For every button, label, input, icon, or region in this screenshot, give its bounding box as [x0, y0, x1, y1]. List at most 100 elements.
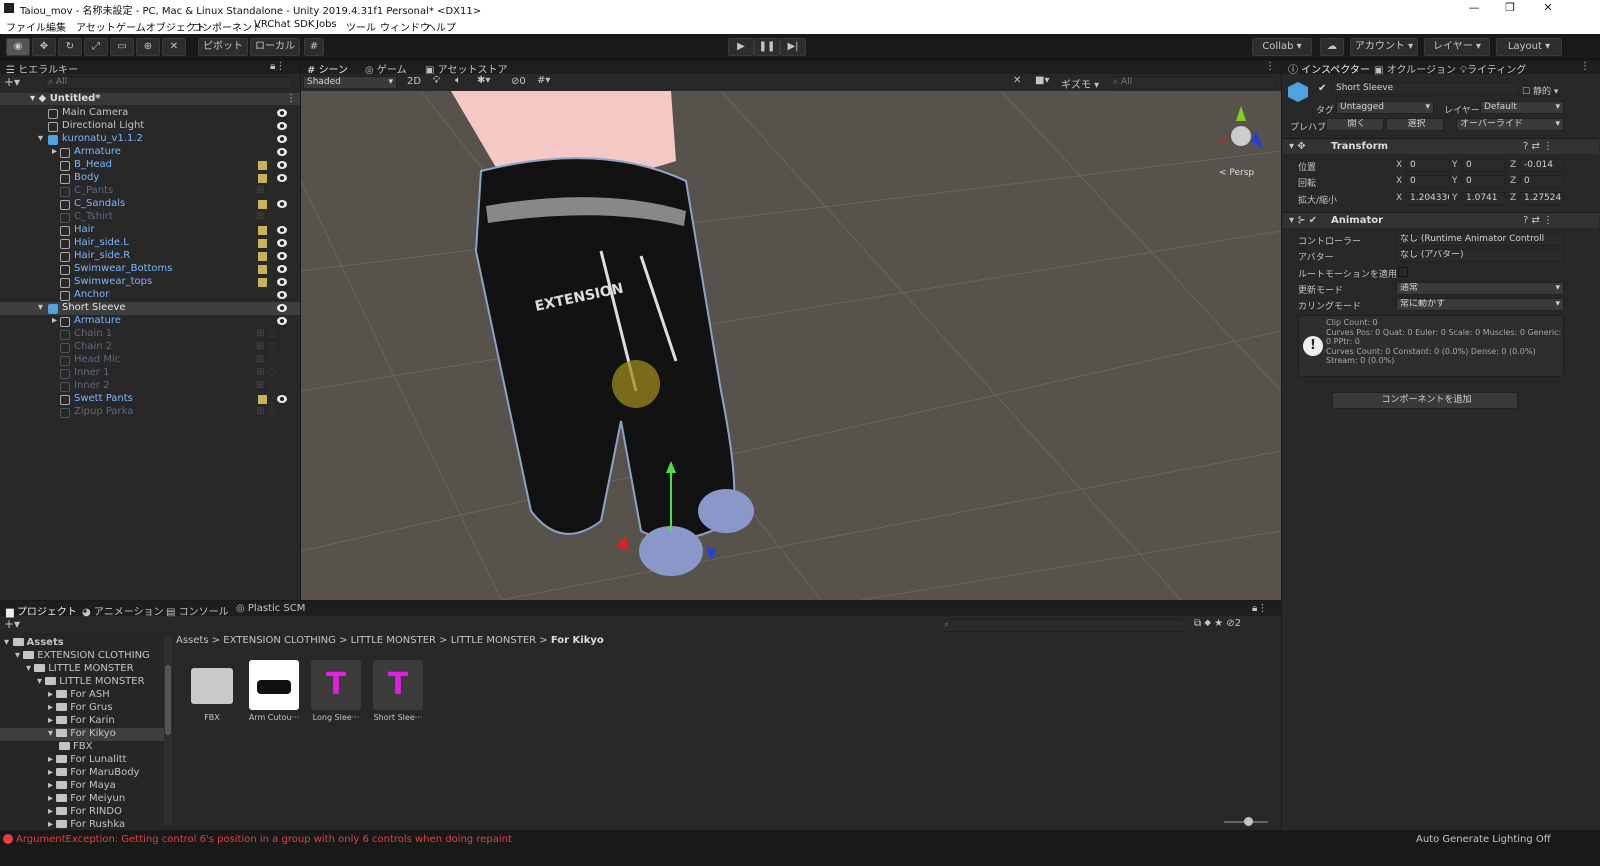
expand-arrow-icon[interactable]: ▸: [48, 689, 56, 700]
visibility-eye-icon[interactable]: [277, 148, 287, 156]
expand-arrow-icon[interactable]: ▸: [48, 754, 56, 765]
tab-hierarchy[interactable]: ☰ ヒエラルキー: [6, 61, 78, 76]
hierarchy-item[interactable]: Swett Pants: [0, 393, 300, 406]
scene-search-input[interactable]: ⌕ All: [1109, 76, 1277, 89]
grid-icon[interactable]: [258, 395, 267, 404]
hierarchy-item[interactable]: C_Tshirt ⊞ ◌: [0, 211, 300, 224]
scale-x-field[interactable]: 1.204336: [1406, 192, 1450, 205]
hierarchy-item[interactable]: Inner 2 ⊞ ◌: [0, 380, 300, 393]
collab-button[interactable]: Collab ▾: [1252, 38, 1312, 56]
visibility-hidden-icon[interactable]: ⊞ ◌: [256, 211, 276, 222]
folder-tree-item[interactable]: ▸ For Meiyun: [0, 793, 164, 806]
layout-dropdown[interactable]: Layout ▾: [1496, 38, 1562, 56]
zoom-slider[interactable]: [1224, 817, 1268, 826]
expand-arrow-icon[interactable]: ▸: [52, 315, 57, 326]
visibility-hidden-icon[interactable]: ⊞ ◌: [256, 328, 276, 339]
projection-label[interactable]: < Persp: [1219, 168, 1254, 178]
breadcrumb-assets[interactable]: Assets: [176, 635, 209, 646]
inspector-lock-icon[interactable]: ⋮: [1580, 61, 1590, 72]
folder-tree-item[interactable]: ▾ For Kikyo: [0, 728, 164, 741]
expand-arrow-icon[interactable]: ▸: [48, 780, 56, 791]
object-name-field[interactable]: Short Sleeve: [1332, 82, 1518, 95]
folder-tree-item[interactable]: ▾ LITTLE MONSTER: [0, 676, 164, 689]
lock-icon[interactable]: 🔒︎⋮: [270, 61, 285, 72]
move-tool-icon[interactable]: ✥: [32, 38, 56, 56]
expand-arrow-icon[interactable]: ▾: [37, 676, 45, 687]
visibility-eye-icon[interactable]: [277, 304, 287, 312]
project-filter-icons[interactable]: ⧉ ⬥ ★ ⊘2: [1194, 618, 1241, 629]
scene-render[interactable]: EXTENSION: [301, 91, 1281, 600]
visibility-hidden-icon[interactable]: ⊞ ◌: [256, 341, 276, 352]
position-x-field[interactable]: 0: [1406, 159, 1450, 172]
expand-arrow-icon[interactable]: ▸: [48, 793, 56, 804]
menu-edit[interactable]: 編集: [46, 19, 66, 34]
folder-tree-item[interactable]: ▸ For Karin: [0, 715, 164, 728]
shading-mode-dropdown[interactable]: Shaded ▾: [303, 76, 397, 89]
transform-foldout-icon[interactable]: ▾ ✥: [1289, 141, 1306, 152]
rotation-x-field[interactable]: 0: [1406, 175, 1450, 188]
visibility-hidden-icon[interactable]: ⊞ ◌: [256, 354, 276, 365]
folder-tree-item[interactable]: FBX: [0, 741, 164, 754]
menu-assets[interactable]: アセット: [76, 19, 116, 34]
scale-tool-icon[interactable]: ⤢: [84, 38, 108, 56]
animator-header[interactable]: ▾ ⊱ ✔ Animator ? ⇄ ⋮: [1283, 212, 1599, 228]
scene-menu-icon[interactable]: ⋮: [1265, 61, 1275, 72]
hierarchy-item[interactable]: Inner 1 ⊞ ◌: [0, 367, 300, 380]
mode-2d-toggle[interactable]: 2D: [407, 76, 421, 87]
visibility-eye-icon[interactable]: [277, 135, 287, 143]
rotation-y-field[interactable]: 0: [1462, 175, 1506, 188]
grid-icon[interactable]: [258, 161, 267, 170]
hierarchy-item[interactable]: Hair: [0, 224, 300, 237]
hand-tool-icon[interactable]: ◉: [6, 38, 30, 56]
hierarchy-search-input[interactable]: ⌕ All: [44, 76, 294, 89]
grid-icon[interactable]: [258, 278, 267, 287]
hierarchy-item[interactable]: ▸ Armature: [0, 146, 300, 159]
local-toggle[interactable]: ローカル: [250, 38, 300, 56]
expand-arrow-icon[interactable]: ▸: [48, 715, 56, 726]
close-button[interactable]: ✕: [1530, 0, 1566, 17]
visibility-eye-icon[interactable]: [277, 278, 287, 286]
visibility-hidden-icon[interactable]: ⊞ ◌: [256, 185, 276, 196]
visibility-eye-icon[interactable]: [277, 252, 287, 260]
transform-menu-icons[interactable]: ? ⇄ ⋮: [1523, 141, 1553, 152]
grid-icon[interactable]: [258, 174, 267, 183]
asset-arm-cutout[interactable]: Arm Cutou···: [248, 660, 300, 722]
visibility-hidden-icon[interactable]: ⊞ ◌: [256, 380, 276, 391]
expand-arrow-icon[interactable]: ▾: [38, 133, 43, 144]
asset-long-sleeve-material[interactable]: T Long Slee···: [310, 660, 362, 722]
project-search-input[interactable]: ⌕: [940, 619, 1188, 632]
menu-help[interactable]: ヘルプ: [426, 19, 456, 34]
breadcrumb-extension-clothing[interactable]: EXTENSION CLOTHING: [223, 635, 336, 646]
breadcrumb-for-kikyo[interactable]: For Kikyo: [551, 635, 604, 646]
visibility-hidden-icon[interactable]: ⊞ ◌: [256, 367, 276, 378]
grid-icon[interactable]: [258, 239, 267, 248]
scale-y-field[interactable]: 1.0741: [1462, 192, 1506, 205]
prefab-open-button[interactable]: 開く: [1326, 118, 1384, 131]
scene-viewport[interactable]: EXTENSION < Persp: [301, 91, 1281, 600]
prefab-select-button[interactable]: 選択: [1386, 118, 1444, 131]
menu-component[interactable]: コンポーネント: [192, 19, 262, 34]
pivot-toggle[interactable]: ピボット: [198, 38, 248, 56]
transform-tool-icon[interactable]: ⊕: [136, 38, 160, 56]
culling-mode-dropdown[interactable]: 常に動かす ▾: [1396, 298, 1564, 311]
folder-tree-item[interactable]: ▸ For Grus: [0, 702, 164, 715]
custom-tool-icon[interactable]: ✕: [162, 38, 186, 56]
move-gizmo-x-arrow[interactable]: [616, 536, 629, 551]
expand-arrow-icon[interactable]: ▸: [52, 146, 57, 157]
expand-arrow-icon[interactable]: ▾: [26, 663, 34, 674]
hierarchy-item[interactable]: Anchor: [0, 289, 300, 302]
project-lock-icon[interactable]: 🔒︎⋮: [1252, 603, 1267, 614]
root-motion-checkbox[interactable]: [1398, 267, 1408, 277]
avatar-field[interactable]: なし (アバター): [1396, 249, 1564, 262]
folder-tree-item[interactable]: ▸ For RINDO: [0, 806, 164, 819]
hierarchy-item[interactable]: C_Pants ⊞ ◌: [0, 185, 300, 198]
zoom-slider-thumb[interactable]: [1244, 817, 1253, 826]
camera-icon[interactable]: ■▾: [1035, 75, 1049, 86]
step-button[interactable]: ▶|: [780, 38, 806, 56]
audio-toggle-icon[interactable]: 🔈︎: [455, 75, 461, 86]
lighting-toggle-icon[interactable]: 💡︎: [433, 75, 440, 86]
folder-tree-item[interactable]: ▸ For Lunalitt: [0, 754, 164, 767]
restore-button[interactable]: ❐: [1492, 0, 1528, 17]
expand-arrow-icon[interactable]: ▾: [38, 302, 43, 313]
visibility-eye-icon[interactable]: [277, 291, 287, 299]
